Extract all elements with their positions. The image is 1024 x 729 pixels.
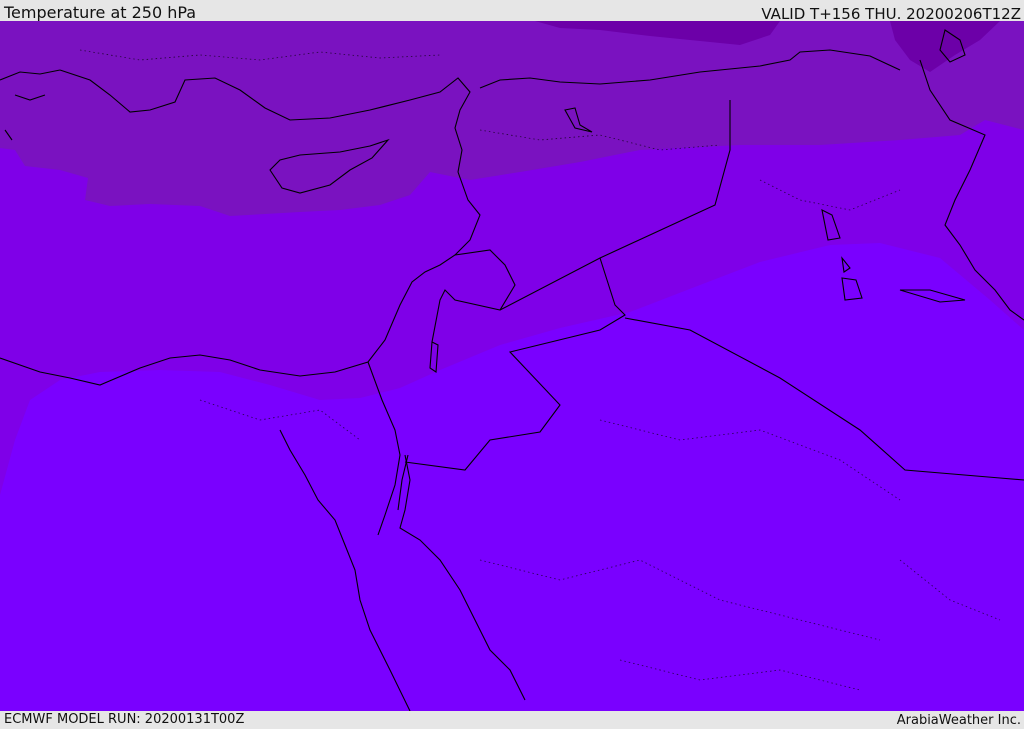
model-run-label: ECMWF MODEL RUN: 20200131T00Z [4,712,245,727]
header-bar: Temperature at 250 hPa VALID T+156 THU. … [0,0,1024,23]
map-title: Temperature at 250 hPa [4,3,197,22]
temperature-map [0,21,1024,711]
credit-label: ArabiaWeather Inc. [896,713,1021,728]
footer-bar: ECMWF MODEL RUN: 20200131T00Z ArabiaWeat… [0,711,1024,729]
